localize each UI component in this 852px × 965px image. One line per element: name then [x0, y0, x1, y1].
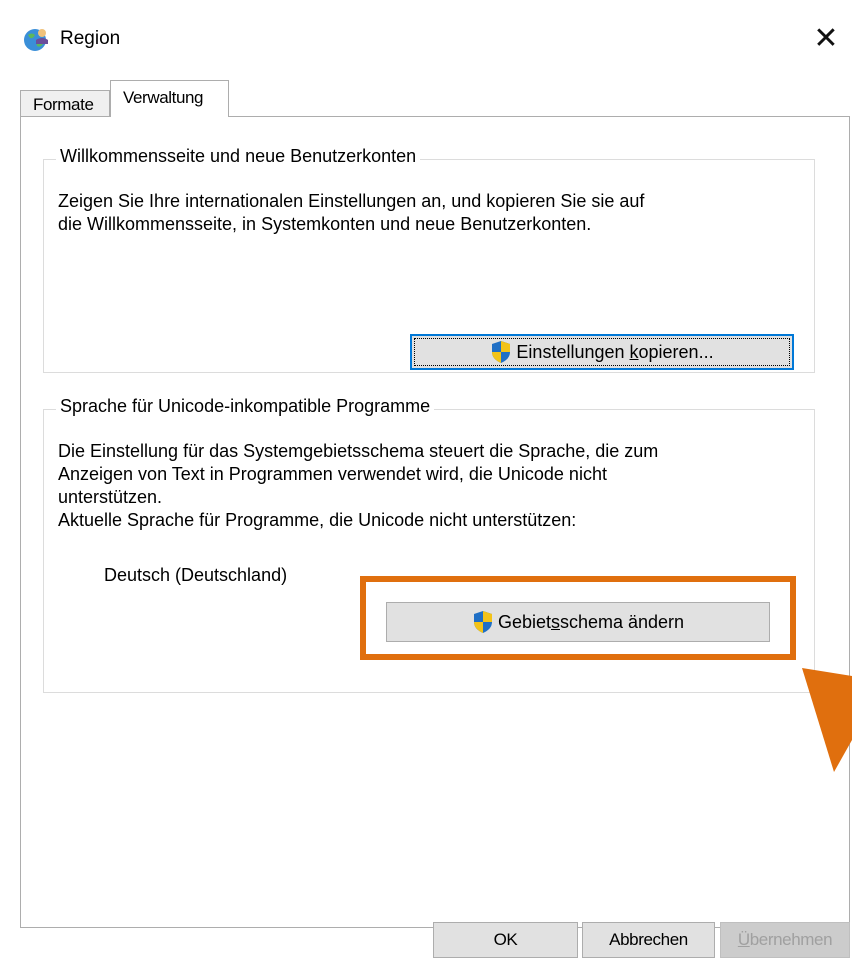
cancel-button[interactable]: Abbrechen — [582, 922, 715, 958]
tab-verwaltung[interactable]: Verwaltung — [110, 80, 229, 117]
unicode-group-legend: Sprache für Unicode-inkompatible Program… — [56, 396, 435, 417]
apply-label: Übernehmen — [737, 930, 833, 949]
globe-with-person-icon — [24, 29, 48, 51]
welcome-description-line2: die Willkommensseite, in Systemkonten un… — [58, 214, 592, 234]
window-title: Region — [60, 28, 121, 49]
current-language-value: Deutsch (Deutschland) — [104, 565, 288, 585]
close-button[interactable]: ✕ — [800, 10, 852, 66]
welcome-description: Zeigen Sie Ihre internationalen Einstell… — [58, 190, 644, 236]
welcome-description-line1: Zeigen Sie Ihre internationalen Einstell… — [58, 191, 645, 211]
apply-button[interactable]: Übernehmen — [720, 922, 850, 958]
copy-settings-button[interactable]: Einstellungen kopieren... — [410, 334, 794, 370]
tab-verwaltung-label: Verwaltung — [123, 88, 204, 107]
highlight-annotation-box — [360, 576, 796, 660]
unicode-description-line2: Anzeigen von Text in Programmen verwende… — [58, 464, 607, 484]
unicode-description-line1: Die Einstellung für das Systemgebietssch… — [58, 441, 659, 461]
unicode-description-line3: unterstützen. — [58, 487, 163, 507]
title-bar: Region ✕ — [0, 0, 852, 78]
welcome-group: Willkommensseite und neue Benutzerkonten… — [43, 146, 815, 373]
tab-panel-verwaltung: Willkommensseite und neue Benutzerkonten… — [20, 116, 850, 928]
tab-formate-label: Formate — [33, 95, 94, 114]
tab-formate[interactable]: Formate — [20, 90, 110, 117]
close-icon: ✕ — [813, 20, 839, 56]
welcome-group-legend: Willkommensseite und neue Benutzerkonten — [56, 146, 421, 167]
current-language-label: Aktuelle Sprache für Programme, die Unic… — [58, 510, 577, 530]
unicode-description: Die Einstellung für das Systemgebietssch… — [58, 440, 658, 532]
region-dialog: Region ✕ Formate Verwaltung Willkommenss… — [0, 0, 852, 965]
focus-rectangle — [414, 338, 790, 366]
ok-button[interactable]: OK — [433, 922, 578, 958]
